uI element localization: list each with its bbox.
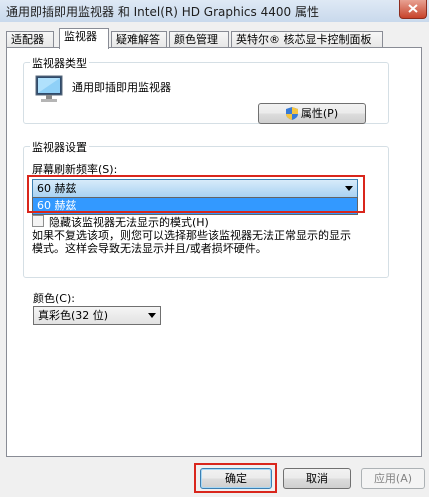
tab-troubleshoot[interactable]: 疑难解答 [111, 31, 167, 48]
tab-color-management[interactable]: 颜色管理 [169, 31, 229, 48]
ok-highlight-box [194, 463, 277, 493]
monitor-type-label: 监视器类型 [30, 55, 89, 71]
highlight-box [27, 175, 365, 213]
chevron-down-icon [148, 313, 156, 318]
hide-modes-label: 隐藏该监视器无法显示的模式(H) [49, 216, 209, 229]
tab-panel: 监视器类型 通用即插即用监视器 属性(P) 监视器设置 屏幕刷新频率(S): 6… [6, 47, 422, 457]
tab-intel-control-panel[interactable]: 英特尔® 核芯显卡控制面板 [231, 31, 383, 48]
hide-modes-checkbox[interactable] [32, 215, 44, 227]
color-depth-value: 真彩色(32 位) [38, 309, 109, 322]
close-button[interactable] [399, 0, 427, 19]
tab-adapter[interactable]: 适配器 [6, 31, 54, 48]
properties-button[interactable]: 属性(P) [258, 103, 366, 124]
properties-button-label: 属性(P) [300, 107, 339, 120]
uac-shield-icon [285, 107, 298, 120]
apply-button[interactable]: 应用(A) [361, 468, 425, 489]
title-bar: 通用即插即用监视器 和 Intel(R) HD Graphics 4400 属性 [0, 0, 429, 22]
monitor-name: 通用即插即用监视器 [72, 81, 171, 94]
monitor-type-group: 监视器类型 通用即插即用监视器 属性(P) [23, 55, 389, 124]
tab-monitor[interactable]: 监视器 [59, 28, 109, 49]
monitor-icon [35, 75, 63, 102]
color-depth-select[interactable]: 真彩色(32 位) [33, 306, 161, 325]
window-title: 通用即插即用监视器 和 Intel(R) HD Graphics 4400 属性 [6, 5, 319, 19]
monitor-settings-label: 监视器设置 [30, 139, 89, 155]
color-label: 颜色(C): [33, 292, 75, 305]
cancel-button[interactable]: 取消 [283, 468, 351, 489]
close-icon [408, 4, 418, 13]
hide-modes-description: 如果不复选该项，则您可以选择那些该监视器无法正常显示的显示模式。这样会导致无法显… [32, 229, 351, 255]
